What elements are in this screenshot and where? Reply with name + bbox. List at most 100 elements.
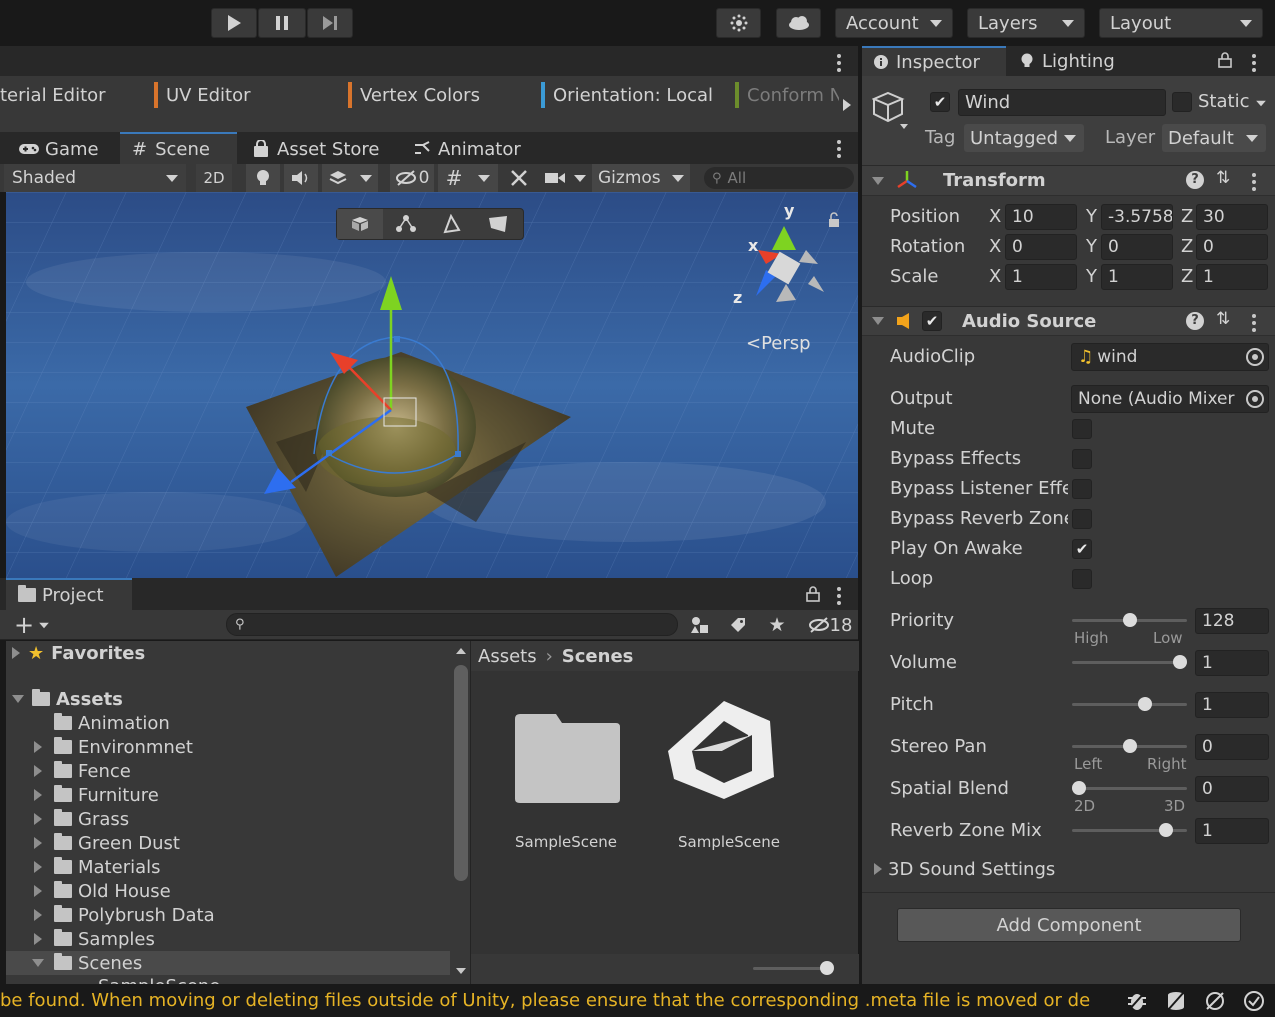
add-component-button[interactable]: Add Component [897, 908, 1241, 942]
tree-item-materials[interactable]: Materials [34, 855, 161, 879]
audio-toggle[interactable] [284, 164, 318, 192]
position-z-field[interactable]: 30 [1196, 204, 1268, 230]
stereo-pan-slider-knob[interactable] [1122, 739, 1137, 753]
audio-enabled-checkbox[interactable]: ✔ [922, 311, 942, 331]
expand-arrow-icon[interactable] [34, 933, 42, 945]
expand-arrow-icon[interactable] [12, 647, 20, 659]
tab-scene[interactable]: # Scene [120, 132, 237, 164]
scroll-up-icon[interactable] [455, 647, 467, 655]
tab-game[interactable]: Game [6, 134, 111, 164]
filter-label-button[interactable] [722, 612, 754, 638]
scale-x-field[interactable]: 1 [1005, 264, 1077, 290]
effects-dropdown[interactable] [322, 164, 378, 192]
scale-y-field[interactable]: 1 [1101, 264, 1173, 290]
step-button[interactable] [307, 8, 353, 38]
spatial-blend-field[interactable]: 0 [1195, 776, 1269, 802]
volume-slider-track[interactable] [1072, 661, 1187, 664]
preset-sliders-icon[interactable]: ⇅ [1216, 309, 1230, 329]
layout-dropdown[interactable]: Layout [1099, 8, 1263, 38]
tree-item-old-house[interactable]: Old House [34, 879, 171, 903]
pitch-slider-knob[interactable] [1137, 697, 1152, 711]
output-field[interactable]: None (Audio Mixer [1071, 385, 1269, 413]
grid-dropdown[interactable]: # [438, 164, 498, 192]
tree-item-polybrush-data[interactable]: Polybrush Data [34, 903, 215, 927]
shading-dropdown[interactable]: Shaded [4, 164, 186, 192]
bypass-listener-effects-checkbox[interactable] [1072, 479, 1092, 499]
tab-lighting[interactable]: Lighting [1008, 46, 1127, 76]
kebab-menu-icon[interactable] [1252, 54, 1256, 72]
hidden-packages-toggle[interactable]: 18 [804, 612, 856, 638]
position-x-field[interactable]: 10 [1005, 204, 1077, 230]
layers-dropdown[interactable]: Layers [967, 8, 1085, 38]
kebab-menu-icon[interactable] [1252, 314, 1256, 332]
static-checkbox[interactable] [1172, 92, 1192, 112]
expand-arrow-icon[interactable] [34, 837, 42, 849]
tree-item-animation[interactable]: Animation [54, 711, 170, 735]
account-dropdown[interactable]: Account [835, 8, 953, 38]
gizmos-dropdown[interactable]: Gizmos [592, 164, 690, 192]
toggle-2d-button[interactable]: 2D [196, 164, 232, 192]
collapse-arrow-icon[interactable] [32, 959, 44, 967]
help-icon[interactable]: ? [1186, 171, 1204, 189]
reverb-zone-mix-slider-knob[interactable] [1158, 823, 1173, 837]
cloud-button[interactable] [776, 8, 821, 38]
gameobject-cube-icon[interactable] [872, 90, 912, 130]
bypass-reverb-zones-checkbox[interactable] [1072, 509, 1092, 529]
tree-item-green-dust[interactable]: Green Dust [34, 831, 180, 855]
tool-sculpt-button[interactable] [337, 209, 383, 239]
asset-item[interactable]: SampleScene [664, 699, 794, 861]
object-picker-icon[interactable] [1246, 348, 1264, 366]
project-search-input[interactable]: ⚲ [226, 613, 678, 636]
status-message[interactable]: be found. When moving or deleting files … [0, 990, 1090, 1011]
priority-field[interactable]: 128 [1195, 608, 1269, 634]
tree-item-grass[interactable]: Grass [34, 807, 129, 831]
create-dropdown[interactable]: + [14, 612, 58, 638]
lighting-toggle[interactable] [246, 164, 280, 192]
spatial-blend-slider-knob[interactable] [1072, 781, 1086, 795]
kebab-menu-icon[interactable] [1252, 173, 1256, 191]
spatial-blend-slider-track[interactable] [1072, 787, 1187, 790]
tab-inspector[interactable]: Inspector [862, 46, 1006, 76]
scale-z-field[interactable]: 1 [1196, 264, 1268, 290]
play-on-awake-checkbox[interactable]: ✔ [1072, 539, 1092, 559]
object-picker-icon[interactable] [1246, 390, 1264, 408]
lock-icon[interactable] [806, 586, 820, 602]
projection-toggle[interactable]: <Persp [746, 333, 811, 354]
rotation-y-field[interactable]: 0 [1101, 234, 1173, 260]
favorite-button[interactable]: ★ [762, 612, 792, 638]
tab-project[interactable]: Project [6, 578, 132, 610]
polybrush-item-orientation[interactable]: Orientation: Local [553, 85, 713, 106]
polybrush-item-vertex-colors[interactable]: Vertex Colors [360, 85, 480, 106]
bypass-effects-checkbox[interactable] [1072, 449, 1092, 469]
position-y-field[interactable]: -3.5758 [1101, 204, 1173, 230]
play-button[interactable] [211, 8, 257, 38]
auto-generate-lighting-icon[interactable] [1204, 990, 1226, 1012]
asset-item[interactable]: SampleScene [501, 711, 631, 861]
expand-arrow-icon[interactable] [34, 885, 42, 897]
breadcrumb-current[interactable]: Scenes [562, 646, 634, 667]
bug-icon[interactable] [1126, 990, 1148, 1012]
audioclip-field[interactable]: ♫ wind [1071, 343, 1269, 371]
cache-server-icon[interactable] [1165, 990, 1187, 1012]
layer-dropdown[interactable]: Default [1162, 124, 1266, 152]
polybrush-item-material-editor[interactable]: terial Editor [0, 85, 106, 106]
pitch-field[interactable]: 1 [1195, 692, 1269, 718]
tree-item-samplescene[interactable]: SampleScene [98, 974, 220, 985]
mute-checkbox[interactable] [1072, 419, 1092, 439]
polybrush-item-conform[interactable]: Conform No [747, 85, 839, 106]
tree-scrollbar[interactable] [452, 641, 470, 984]
expand-arrow-icon[interactable] [34, 789, 42, 801]
scene-viewport[interactable]: y x z <Persp [6, 192, 858, 578]
zoom-slider-knob[interactable] [820, 961, 834, 975]
tools-toggle[interactable] [502, 164, 536, 192]
pause-button[interactable] [258, 8, 306, 38]
static-dropdown[interactable]: Static [1198, 91, 1267, 112]
rotation-z-field[interactable]: 0 [1196, 234, 1268, 260]
scene-search-input[interactable]: ⚲ All [704, 167, 854, 189]
expand-arrow-icon[interactable] [34, 813, 42, 825]
scroll-down-icon[interactable] [455, 967, 467, 975]
kebab-menu-icon[interactable] [837, 587, 841, 605]
collapse-arrow-icon[interactable] [872, 317, 884, 325]
breadcrumb-root[interactable]: Assets [478, 646, 537, 667]
active-checkbox[interactable]: ✔ [930, 92, 950, 112]
